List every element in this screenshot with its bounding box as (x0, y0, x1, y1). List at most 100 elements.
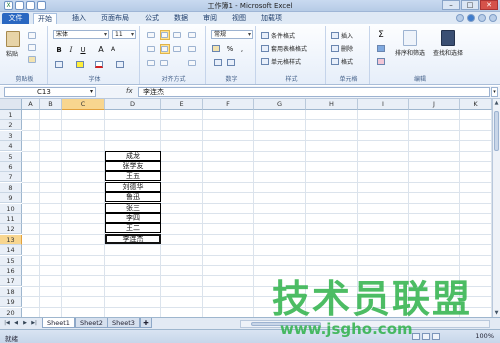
row-header-18[interactable]: 18 (0, 286, 22, 297)
row-header-1[interactable]: 1 (0, 110, 22, 120)
cell-c10[interactable]: 张三 (105, 202, 161, 213)
next-sheet-icon[interactable]: ▶ (21, 320, 29, 326)
column-header-a[interactable]: A (22, 99, 40, 110)
cell-c7[interactable]: 王五 (105, 171, 161, 182)
column-header-d[interactable]: D (105, 99, 161, 110)
cell-c11[interactable]: 李四 (105, 213, 161, 223)
tab-data[interactable]: 数据 (170, 13, 192, 24)
row-header-13[interactable]: 13 (0, 234, 22, 245)
accounting-format-icon[interactable] (212, 45, 220, 52)
font-size-select[interactable]: 11 (112, 30, 136, 39)
insert-cells-button[interactable]: 插入 (331, 30, 353, 40)
tab-formulas[interactable]: 公式 (141, 13, 163, 24)
merge-center-button[interactable] (188, 58, 198, 68)
tab-file[interactable]: 文件 (2, 13, 29, 24)
row-header-17[interactable]: 17 (0, 276, 22, 287)
delete-cells-button[interactable]: 删除 (331, 43, 353, 53)
format-cells-button[interactable]: 格式 (331, 56, 353, 66)
row-header-7[interactable]: 7 (0, 172, 22, 183)
minimize-button[interactable]: – (442, 0, 460, 10)
prev-sheet-icon[interactable]: ◀ (12, 320, 20, 326)
orientation-button[interactable] (188, 30, 198, 40)
cell-styles-button[interactable]: 单元格样式 (261, 56, 301, 66)
column-header-h[interactable]: H (306, 99, 358, 110)
cell-c9[interactable]: 鲁迅 (105, 192, 161, 203)
maximize-button[interactable]: □ (461, 0, 479, 10)
sheet-tab-sheet2[interactable]: Sheet2 (75, 318, 108, 328)
wrap-text-button[interactable] (188, 44, 198, 54)
sheet-tab-sheet1[interactable]: Sheet1 (42, 318, 75, 328)
row-header-15[interactable]: 15 (0, 255, 22, 266)
help-icon[interactable] (467, 14, 475, 22)
row-header-19[interactable]: 19 (0, 297, 22, 308)
font-color-icon[interactable] (95, 61, 103, 68)
row-header-6[interactable]: 6 (0, 162, 22, 172)
expand-formula-bar-button[interactable]: ▾ (491, 87, 498, 97)
italic-button[interactable]: I (66, 45, 76, 55)
ribbon-collapse-icon[interactable] (456, 14, 464, 22)
format-as-table-button[interactable]: 套用表格格式 (261, 43, 307, 53)
column-header-b[interactable]: B (40, 99, 62, 110)
conditional-formatting-button[interactable]: 条件格式 (261, 30, 295, 40)
row-header-2[interactable]: 2 (0, 120, 22, 131)
number-format-select[interactable]: 常规 (211, 30, 253, 39)
row-header-11[interactable]: 11 (0, 214, 22, 224)
bold-button[interactable]: B (54, 45, 64, 55)
row-header-5[interactable]: 5 (0, 151, 22, 162)
close-button[interactable]: ✕ (480, 0, 498, 10)
row-header-9[interactable]: 9 (0, 193, 22, 204)
ribbon-close-icon[interactable] (489, 14, 497, 22)
align-top-button[interactable] (147, 30, 157, 40)
column-header-g[interactable]: G (254, 99, 306, 110)
decrease-indent-button[interactable] (147, 58, 157, 68)
font-name-select[interactable]: 宋体 (53, 30, 109, 39)
last-sheet-icon[interactable]: ▶| (30, 320, 38, 326)
vertical-scroll-thumb[interactable] (494, 111, 499, 151)
align-right-button[interactable] (173, 44, 183, 54)
cut-icon[interactable] (28, 32, 36, 39)
cell-c12[interactable]: 王二 (105, 223, 161, 234)
increase-decimal-icon[interactable] (214, 59, 222, 66)
fill-color-icon[interactable] (76, 61, 84, 68)
cell-c8[interactable]: 刘德华 (105, 181, 161, 192)
shrink-font-button[interactable]: A (108, 45, 118, 55)
cell-c5[interactable]: 成龙 (105, 150, 161, 161)
sheet-tab-sheet3[interactable]: Sheet3 (107, 318, 140, 328)
column-header-j[interactable]: J (409, 99, 460, 110)
find-select-button[interactable]: 查找和选择 (430, 29, 466, 58)
underline-button[interactable]: U (78, 45, 88, 55)
formula-input[interactable]: 李连杰 (138, 87, 490, 97)
first-sheet-icon[interactable]: |◀ (3, 320, 11, 326)
decrease-decimal-icon[interactable] (227, 59, 235, 66)
tab-page-layout[interactable]: 页面布局 (97, 13, 133, 24)
column-header-i[interactable]: I (358, 99, 409, 110)
tab-insert[interactable]: 插入 (68, 13, 90, 24)
increase-indent-button[interactable] (160, 58, 170, 68)
tab-review[interactable]: 审阅 (199, 13, 221, 24)
tab-home[interactable]: 开始 (33, 13, 57, 24)
insert-function-button[interactable]: fx (126, 87, 133, 95)
autosum-button[interactable]: Σ (376, 30, 386, 40)
row-header-10[interactable]: 10 (0, 203, 22, 214)
column-header-e[interactable]: E (161, 99, 203, 110)
comma-style-button[interactable]: , (237, 44, 247, 54)
insert-sheet-button[interactable]: ✚ (140, 318, 152, 328)
sort-filter-button[interactable]: 排序和筛选 (392, 29, 428, 58)
percent-button[interactable]: % (225, 44, 235, 54)
column-header-f[interactable]: F (203, 99, 254, 110)
align-left-button[interactable] (147, 44, 157, 54)
cell-c13[interactable]: 李连杰 (105, 233, 161, 244)
borders-icon[interactable] (55, 61, 63, 68)
ribbon-minimize-icon[interactable] (478, 14, 486, 22)
align-middle-button[interactable] (160, 30, 170, 40)
row-header-14[interactable]: 14 (0, 245, 22, 256)
cell-c6[interactable]: 张学友 (105, 161, 161, 171)
scroll-up-icon[interactable]: ▲ (493, 99, 500, 107)
format-painter-icon[interactable] (28, 56, 36, 63)
clear-icon[interactable] (377, 58, 385, 65)
tab-addins[interactable]: 加载项 (257, 13, 286, 24)
column-header-c[interactable]: C (62, 99, 105, 110)
tab-view[interactable]: 视图 (228, 13, 250, 24)
phonetic-icon[interactable] (116, 61, 124, 68)
paste-button[interactable]: 粘贴 (5, 30, 23, 59)
